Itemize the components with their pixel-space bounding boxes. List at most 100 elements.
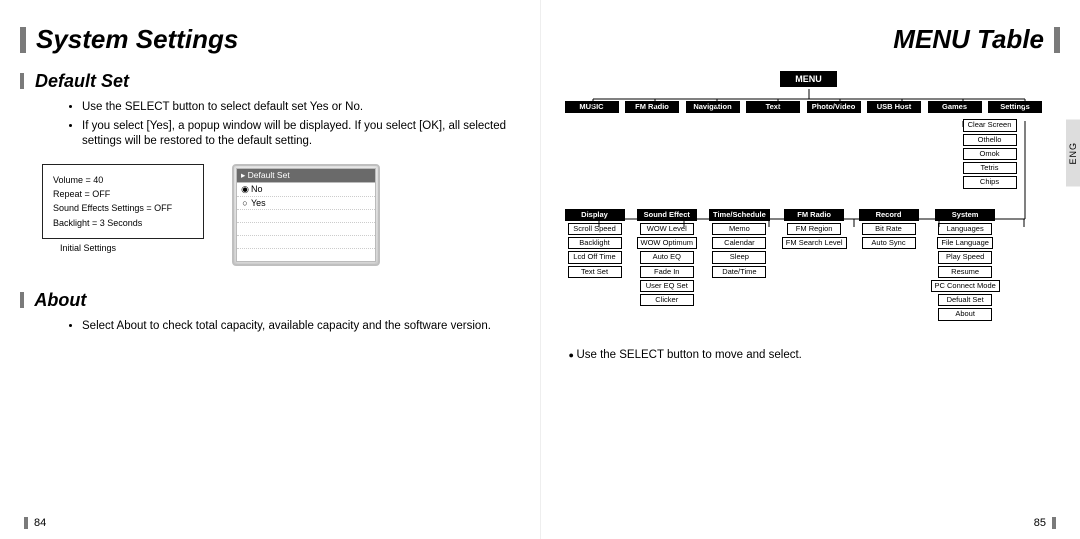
init-line: Sound Effects Settings = OFF xyxy=(53,201,193,215)
lcd-option-label: No xyxy=(251,184,263,194)
init-line: Volume = 40 xyxy=(53,173,193,187)
title-text: MENU Table xyxy=(893,24,1044,55)
lcd-option-label: Yes xyxy=(251,198,266,208)
games-submenu: Clear Screen Othello Omok Tetris Chips xyxy=(963,119,1017,188)
lcd-option-no: ◉No xyxy=(237,183,375,197)
top-menu-row: MUSIC FM Radio Navigation Text Photo/Video US… xyxy=(565,101,1053,113)
settings-item-node: Play Speed xyxy=(938,251,992,263)
section-default-set-label: Default Set xyxy=(35,71,129,91)
right-page: ENG MENU Table xyxy=(541,0,1080,539)
top-menu-node: Settings xyxy=(988,101,1042,113)
settings-item-node: Scroll Speed xyxy=(568,223,622,235)
top-menu-node: Navigation xyxy=(686,101,740,113)
settings-groups-row: Display Scroll Speed Backlight Lcd Off Time… xyxy=(565,209,1053,321)
settings-group-header: Sound Effect xyxy=(637,209,697,221)
settings-group-header: FM Radio xyxy=(784,209,844,221)
settings-group-header: System xyxy=(935,209,995,221)
top-menu-node: USB Host xyxy=(867,101,921,113)
top-menu-node: Games xyxy=(928,101,982,113)
settings-item-node: Resume xyxy=(938,266,992,278)
settings-group-column: FM Radio FM Region FM Search Level xyxy=(782,209,847,321)
settings-item-node: WOW Optimum xyxy=(637,237,698,249)
radio-selected-icon: ◉ xyxy=(241,184,249,195)
settings-item-node: Fade In xyxy=(640,266,694,278)
title-text: System Settings xyxy=(36,24,238,55)
settings-group-header: Display xyxy=(565,209,625,221)
initial-settings-caption: Initial Settings xyxy=(60,243,204,253)
figures-row: Volume = 40 Repeat = OFF Sound Effects S… xyxy=(42,164,520,266)
footnote: Use the SELECT button to move and select… xyxy=(569,349,1061,361)
radio-unselected-icon: ○ xyxy=(241,198,249,208)
section-about-label: About xyxy=(34,290,86,310)
games-item-node: Clear Screen xyxy=(963,119,1017,131)
title-divider-icon xyxy=(20,27,26,53)
title-divider-icon xyxy=(1054,27,1060,53)
top-menu-node: Text xyxy=(746,101,800,113)
section-divider-icon xyxy=(20,292,24,308)
settings-item-node: About xyxy=(938,308,992,320)
section-divider-icon xyxy=(20,73,24,89)
settings-group-column: Display Scroll Speed Backlight Lcd Off Time… xyxy=(565,209,625,321)
settings-group-column: System Languages File Language Play Speed Re… xyxy=(931,209,1000,321)
settings-item-node: Memo xyxy=(712,223,766,235)
bullet-item: Select About to check total capacity, av… xyxy=(82,319,520,335)
settings-group-header: Record xyxy=(859,209,919,221)
lcd-header: ▸ Default Set xyxy=(237,169,375,183)
lcd-header-label: Default Set xyxy=(248,170,290,180)
lcd-blank-row xyxy=(237,223,375,236)
games-item-node: Omok xyxy=(963,148,1017,160)
menu-tree: MENU MUSIC FM Radio Navigation Text Photo/Vi… xyxy=(565,71,1053,321)
right-page-title: MENU Table xyxy=(561,24,1061,55)
top-menu-node: FM Radio xyxy=(625,101,679,113)
settings-item-node: Calendar xyxy=(712,237,766,249)
page-number-left: 84 xyxy=(24,517,46,529)
bullet-item: Use the SELECT button to select default … xyxy=(82,100,520,116)
settings-item-node: Sleep xyxy=(712,251,766,263)
settings-item-node: PC Connect Mode xyxy=(931,280,1000,292)
settings-item-node: WOW Level xyxy=(640,223,694,235)
settings-group-column: Time/ScheduleMemoCalendarSleepDate/Time xyxy=(709,209,770,321)
settings-item-node: Clicker xyxy=(640,294,694,306)
lcd-option-yes: ○Yes xyxy=(237,197,375,210)
settings-item-node: Text Set xyxy=(568,266,622,278)
init-line: Backlight = 3 Seconds xyxy=(53,216,193,230)
top-menu-node: Photo/Video xyxy=(807,101,861,113)
about-bullets: Select About to check total capacity, av… xyxy=(42,319,520,335)
bullet-item: If you select [Yes], a popup window will… xyxy=(82,119,520,150)
games-item-node: Chips xyxy=(963,176,1017,188)
left-page: System Settings Default Set Use the SELE… xyxy=(0,0,541,539)
settings-item-node: File Language xyxy=(937,237,993,249)
settings-item-node: Bit Rate xyxy=(862,223,916,235)
left-page-title: System Settings xyxy=(20,24,520,55)
top-menu-node: MUSIC xyxy=(565,101,619,113)
initial-settings-box: Volume = 40 Repeat = OFF Sound Effects S… xyxy=(42,164,204,240)
settings-group-column: Sound Effect WOW Level WOW Optimum Auto EQ F… xyxy=(637,209,698,321)
lcd-blank-row xyxy=(237,236,375,249)
menu-root-node: MENU xyxy=(780,71,837,87)
language-tab: ENG xyxy=(1066,120,1080,187)
default-set-bullets: Use the SELECT button to select default … xyxy=(42,100,520,150)
settings-item-node: Auto EQ xyxy=(640,251,694,263)
lcd-mockup: ▸ Default Set ◉No ○Yes xyxy=(232,164,380,266)
games-item-node: Othello xyxy=(963,134,1017,146)
settings-item-node: Defualt Set xyxy=(938,294,992,306)
settings-item-node: Backlight xyxy=(568,237,622,249)
settings-item-node: FM Search Level xyxy=(782,237,847,249)
section-default-set-heading: Default Set xyxy=(20,71,520,92)
games-item-node: Tetris xyxy=(963,162,1017,174)
settings-item-node: FM Region xyxy=(787,223,841,235)
settings-item-node: Lcd Off Time xyxy=(568,251,622,263)
settings-item-node: Auto Sync xyxy=(862,237,916,249)
init-line: Repeat = OFF xyxy=(53,187,193,201)
settings-group-header: Time/Schedule xyxy=(709,209,770,221)
settings-item-node: User EQ Set xyxy=(640,280,694,292)
lcd-screen: ▸ Default Set ◉No ○Yes xyxy=(236,168,376,262)
settings-group-column: Record Bit Rate Auto Sync xyxy=(859,209,919,321)
lcd-blank-row xyxy=(237,249,375,261)
settings-item-node: Languages xyxy=(938,223,992,235)
initial-settings-figure: Volume = 40 Repeat = OFF Sound Effects S… xyxy=(42,164,204,266)
lcd-blank-row xyxy=(237,210,375,223)
menu-root: MENU xyxy=(565,71,1053,87)
page-number-right: 85 xyxy=(1034,517,1056,529)
section-about-heading: About xyxy=(20,290,520,311)
